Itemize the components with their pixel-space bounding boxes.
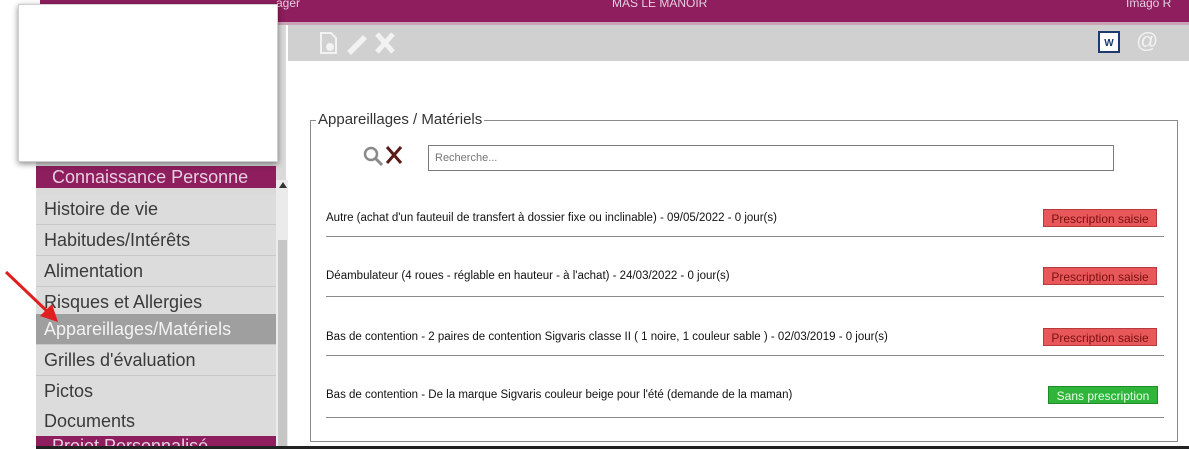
search-icon[interactable]: [362, 145, 384, 173]
list-item-text[interactable]: Autre (achat d'un fauteuil de transfert …: [326, 212, 777, 224]
status-badge: Sans prescription: [1048, 386, 1158, 404]
list-item-text[interactable]: Bas de contention - De la marque Sigvari…: [326, 389, 792, 401]
list-item-text[interactable]: Bas de contention - 2 paires de contenti…: [326, 331, 888, 343]
user-name: Imago R: [1126, 0, 1172, 10]
edit-pencil-icon[interactable]: [344, 31, 370, 55]
toolbar: W @: [288, 25, 1189, 61]
sidebar-item-documents[interactable]: Documents: [36, 406, 276, 437]
add-document-icon[interactable]: [318, 31, 340, 55]
list-item-text[interactable]: Déambulateur (4 roues - réglable en haut…: [326, 270, 730, 282]
sidebar-scroll-thumb[interactable]: [278, 240, 287, 449]
app-window: ager MAS LE MANOIR Imago R W @ Connaissa…: [0, 0, 1189, 449]
sidebar-item-appareillages[interactable]: Appareillages/Matériels: [36, 314, 276, 345]
red-arrow-icon: [4, 270, 58, 322]
title-left-text: ager: [276, 0, 301, 10]
sidebar-header-projet[interactable]: Projet Personnalisé: [36, 436, 276, 446]
row-divider: [326, 236, 1164, 237]
word-export-icon[interactable]: W: [1098, 31, 1120, 53]
popup-card: [18, 4, 278, 162]
sidebar-item-alimentation[interactable]: Alimentation: [36, 256, 276, 287]
sidebar-item-habitudes[interactable]: Habitudes/Intérêts: [36, 225, 276, 256]
delete-x-icon[interactable]: [374, 31, 396, 55]
scroll-up-arrow-icon[interactable]: [279, 182, 287, 188]
row-divider: [326, 417, 1164, 418]
row-divider: [326, 355, 1164, 356]
status-badge: Prescription saisie: [1043, 209, 1157, 227]
row-divider: [326, 296, 1164, 297]
status-badge: Prescription saisie: [1043, 328, 1157, 346]
sidebar-item-histoire-de-vie[interactable]: Histoire de vie: [36, 194, 276, 225]
status-badge: Prescription saisie: [1043, 267, 1157, 285]
email-at-icon[interactable]: @: [1136, 28, 1158, 54]
establishment-name: MAS LE MANOIR: [612, 0, 708, 10]
sidebar-item-pictos[interactable]: Pictos: [36, 376, 276, 407]
sidebar-header-connaissance[interactable]: Connaissance Personne: [36, 166, 276, 188]
section-title: Appareillages / Matériels: [316, 111, 485, 128]
sidebar-item-grilles[interactable]: Grilles d'évaluation: [36, 345, 276, 376]
clear-search-icon[interactable]: [384, 144, 404, 173]
search-input[interactable]: [428, 145, 1114, 171]
